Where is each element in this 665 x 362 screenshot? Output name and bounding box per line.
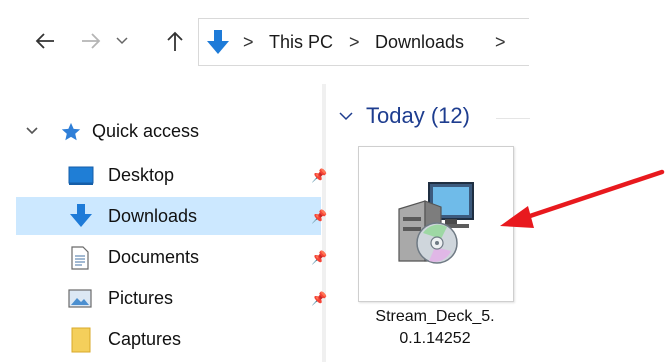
annotation-arrow: [500, 169, 665, 228]
